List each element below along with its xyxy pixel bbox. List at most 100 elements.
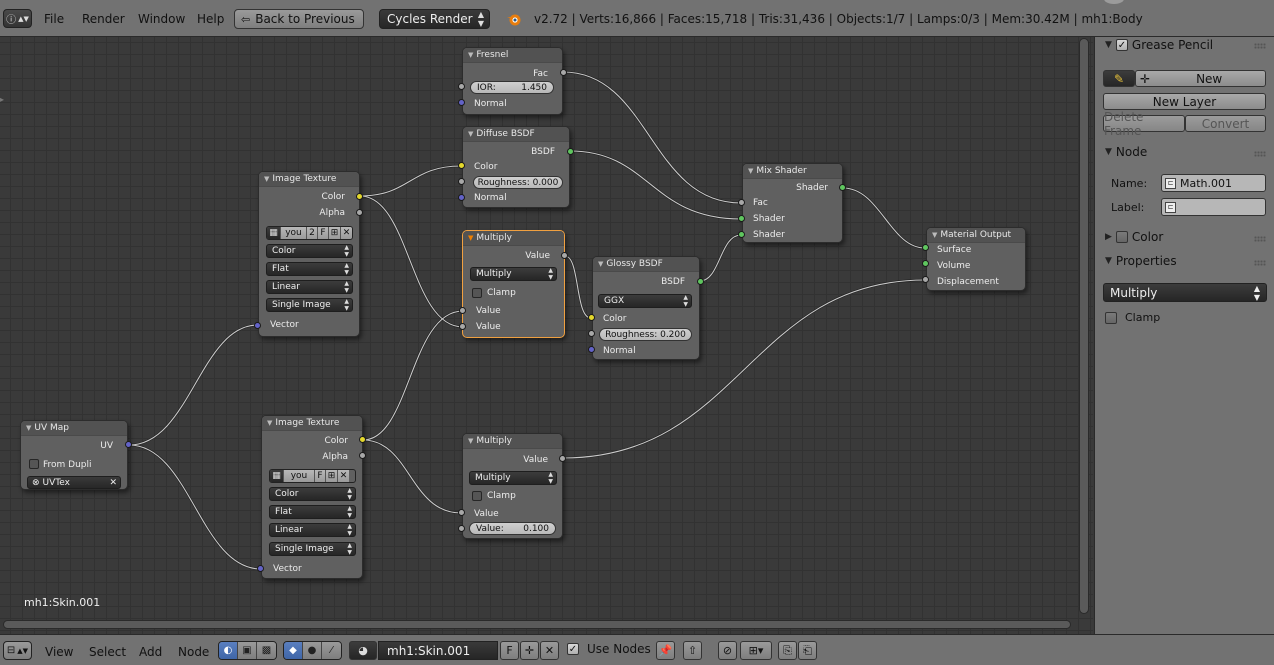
editor-type-button[interactable]: ⊟ ▲▼ — [3, 641, 32, 660]
compositing-tree-icon[interactable]: ▣ — [238, 642, 257, 659]
collapse-triangle-icon[interactable]: ▼ — [264, 175, 269, 183]
glossy-bsdf-node[interactable]: ▼ Glossy BSDF BSDF GGX ▲ ▼ Color Roughness:… — [592, 256, 700, 360]
convert-button[interactable]: Convert — [1185, 115, 1266, 132]
clamp-checkbox[interactable] — [472, 491, 482, 501]
pin-icon[interactable]: 📌 — [656, 641, 675, 660]
collapse-triangle-icon[interactable]: ▼ — [1105, 256, 1112, 266]
collapse-triangle-icon[interactable]: ▼ — [267, 419, 272, 427]
grease-pencil-browse[interactable]: ✎ — [1103, 70, 1135, 87]
drag-grip-icon[interactable] — [1254, 236, 1266, 242]
collapse-triangle-icon[interactable]: ▼ — [748, 167, 753, 175]
render-engine-select[interactable]: Cycles Render ▲ ▼ — [379, 9, 490, 29]
horizontal-scrollbar[interactable] — [3, 620, 1071, 629]
material-output-node[interactable]: ▼ Material Output Surface Volume Displace… — [926, 227, 1026, 291]
socket-diffuse-color-in[interactable] — [458, 162, 465, 169]
socket-multiply1-value-out[interactable] — [561, 252, 568, 259]
clamp-checkbox[interactable] — [1105, 311, 1117, 324]
ior-field[interactable]: IOR: 1.450 — [470, 81, 554, 94]
diffuse-bsdf-node[interactable]: ▼ Diffuse BSDF BSDF Color Roughness: 0.00… — [462, 126, 570, 208]
socket-output-displacement-in[interactable] — [922, 276, 929, 283]
socket-image1-alpha-out[interactable] — [356, 209, 363, 216]
multiply-node-1[interactable]: ▼ Multiply Value Multiply ▲ ▼ Clamp Value V… — [462, 230, 565, 338]
fake-user-button[interactable]: F — [500, 641, 519, 660]
socket-glossy-normal-in[interactable] — [588, 346, 595, 353]
roughness-field[interactable]: Roughness: 0.000 — [473, 176, 563, 189]
socket-glossy-bsdf-out[interactable] — [697, 278, 704, 285]
from-dupli-checkbox[interactable] — [29, 459, 39, 469]
tree-type-buttons[interactable]: ◐ ▣ ▩ — [218, 641, 277, 660]
collapse-triangle-icon[interactable]: ▼ — [1105, 40, 1112, 50]
socket-fresnel-fac-out[interactable] — [560, 69, 567, 76]
socket-mix-shader1-in[interactable] — [738, 215, 745, 222]
node-header[interactable]: ▼ UV Map — [21, 421, 127, 436]
collapse-triangle-icon[interactable]: ▼ — [468, 130, 473, 138]
color-checkbox[interactable] — [1115, 231, 1128, 243]
socket-mix-fac-in[interactable] — [738, 199, 745, 206]
clamp-checkbox[interactable] — [472, 288, 482, 298]
socket-diffuse-normal-in[interactable] — [458, 194, 465, 201]
menu-add[interactable]: Add — [139, 645, 162, 659]
collapse-triangle-icon[interactable]: ▼ — [1105, 147, 1112, 157]
socket-diffuse-bsdf-out[interactable] — [567, 148, 574, 155]
node-header[interactable]: ▼ Mix Shader — [743, 164, 842, 179]
node-editor[interactable]: ▸ ▼ Fresnel Fac IOR: 1.450 Normal ▼ Diff… — [0, 37, 1093, 634]
socket-glossy-roughness-in[interactable] — [588, 330, 595, 337]
menu-view[interactable]: View — [45, 645, 73, 659]
unlink-material-icon[interactable]: ✕ — [540, 641, 559, 660]
node-label-input[interactable]: ⊏ — [1161, 198, 1266, 216]
socket-image2-color-out[interactable] — [359, 436, 366, 443]
color-space-select[interactable]: Color ▲ ▼ — [266, 244, 353, 258]
socket-image2-vector-in[interactable] — [257, 565, 264, 572]
mix-shader-node[interactable]: ▼ Mix Shader Shader Fac Shader Shader — [742, 163, 843, 243]
go-to-parent-icon[interactable]: ⇧ — [683, 641, 702, 660]
snap-element-select[interactable]: ⊞▾ — [740, 641, 772, 660]
value-field[interactable]: Value: 0.100 — [469, 522, 556, 535]
window-corner-widget[interactable] — [1104, 0, 1124, 4]
copy-nodes-icon[interactable]: ⎘ — [778, 641, 797, 660]
socket-multiply2-value-out[interactable] — [559, 455, 566, 462]
projection-select[interactable]: Flat ▲ ▼ — [269, 505, 356, 519]
image-unlink-icon[interactable]: ✕ — [338, 470, 349, 482]
image-fake-user-button[interactable]: F — [318, 227, 329, 239]
math-operation-select[interactable]: Multiply ▲ ▼ — [469, 471, 557, 485]
texture-tree-icon[interactable]: ▩ — [257, 642, 276, 659]
node-header[interactable]: ▼ Image Texture — [262, 416, 362, 431]
drag-grip-icon[interactable] — [1254, 43, 1266, 49]
image-texture-node-2[interactable]: ▼ Image Texture Color Alpha ▦ you F ⊞ ✕ C… — [261, 415, 363, 579]
uv-layer-field[interactable]: ⊗ UVTex ✕ — [27, 476, 121, 489]
menu-help[interactable]: Help — [197, 12, 224, 26]
socket-fresnel-normal-in[interactable] — [458, 99, 465, 106]
socket-image2-alpha-out[interactable] — [359, 452, 366, 459]
socket-mix-shader-out[interactable] — [839, 184, 846, 191]
collapse-triangle-icon[interactable]: ▼ — [932, 231, 937, 239]
node-header[interactable]: ▼ Multiply — [463, 434, 562, 449]
image-open-icon[interactable]: ⊞ — [329, 227, 341, 239]
grease-pencil-checkbox[interactable]: ✓ — [1115, 39, 1128, 51]
node-header[interactable]: ▼ Multiply — [463, 231, 564, 246]
collapse-triangle-icon[interactable]: ▼ — [468, 234, 473, 242]
properties-panel-header[interactable]: ▼ Properties — [1105, 254, 1177, 268]
node-header[interactable]: ▼ Diffuse BSDF — [463, 127, 569, 142]
image-name-field[interactable]: you — [284, 470, 315, 482]
color-space-select[interactable]: Color ▲ ▼ — [269, 487, 356, 501]
menu-node[interactable]: Node — [178, 645, 209, 659]
socket-uv-out[interactable] — [125, 441, 132, 448]
uv-map-node[interactable]: ▼ UV Map UV From Dupli ⊗ UVTex ✕ — [20, 420, 128, 490]
node-header[interactable]: ▼ Image Texture — [259, 172, 359, 187]
collapse-triangle-icon[interactable]: ▼ — [598, 260, 603, 268]
new-layer-button[interactable]: New Layer — [1103, 93, 1266, 110]
material-name-field[interactable]: mh1:Skin.001 — [378, 641, 498, 660]
image-fake-user-button[interactable]: F — [315, 470, 326, 482]
use-nodes-toggle[interactable]: ✓ Use Nodes — [567, 642, 651, 656]
image-datablock-selector[interactable]: ▦ you 2 F ⊞ ✕ — [266, 226, 353, 240]
menu-select[interactable]: Select — [89, 645, 126, 659]
menu-file[interactable]: File — [44, 12, 64, 26]
shader-tree-icon[interactable]: ◐ — [219, 642, 238, 659]
back-to-previous-button[interactable]: ⇦ Back to Previous — [234, 9, 364, 29]
image-source-select[interactable]: Single Image ▲ ▼ — [266, 298, 353, 312]
projection-select[interactable]: Flat ▲ ▼ — [266, 262, 353, 276]
image-name-field[interactable]: you — [281, 227, 307, 239]
socket-multiply1-value1-in[interactable] — [459, 307, 466, 314]
operation-select[interactable]: Multiply ▲ ▼ — [1103, 283, 1267, 302]
drag-grip-icon[interactable] — [1254, 260, 1266, 266]
